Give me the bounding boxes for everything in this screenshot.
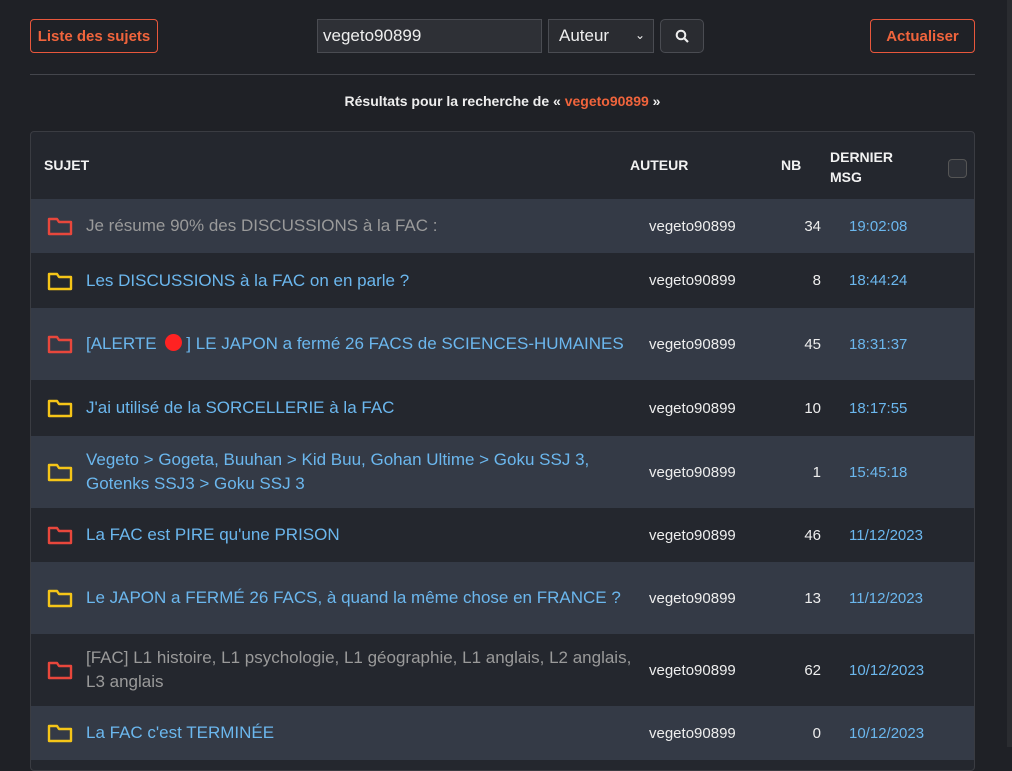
results-prefix: Résultats pour la recherche de «	[344, 93, 565, 109]
table-row: La FAC c'est TERMINÉE vegeto90899 0 10/1…	[31, 706, 974, 760]
folder-icon	[47, 335, 73, 354]
table-row: [FAC] L1 histoire, L1 psychologie, L1 gé…	[31, 634, 974, 706]
title-suffix: ] LE JAPON a fermé 26 FACS de SCIENCES-H…	[186, 334, 624, 353]
select-value: Auteur	[559, 26, 610, 45]
message-count: 0	[812, 724, 821, 742]
results-heading: Résultats pour la recherche de « vegeto9…	[0, 93, 1005, 109]
last-message-link[interactable]: 10/12/2023	[849, 662, 924, 679]
message-count: 34	[804, 217, 821, 235]
folder-icon	[47, 526, 73, 545]
author-link[interactable]: vegeto90899	[649, 336, 736, 353]
folder-icon	[47, 661, 73, 680]
last-message-link[interactable]: 18:31:37	[849, 336, 907, 353]
topic-link[interactable]: Je résume 90% des DISCUSSIONS à la FAC :	[86, 214, 646, 238]
topic-link[interactable]: Les DISCUSSIONS à la FAC on en parle ?	[86, 269, 646, 293]
table-row: Les DISCUSSIONS à la FAC on en parle ? v…	[31, 253, 974, 308]
topic-link[interactable]: J'ai utilisé de la SORCELLERIE à la FAC	[86, 396, 646, 420]
message-count: 8	[812, 272, 821, 289]
header-last-msg: DERNIER MSG	[830, 147, 893, 187]
author-link[interactable]: vegeto90899	[649, 725, 736, 742]
last-message-link[interactable]: 18:17:55	[849, 400, 907, 417]
toolbar: Liste des sujets Auteur ⌄ Actualiser	[30, 19, 975, 54]
chevron-down-icon: ⌄	[634, 28, 645, 42]
title-text: La FAC est PIRE qu'une PRISON	[86, 525, 340, 544]
scrollbar[interactable]	[1007, 0, 1012, 747]
last-message-link[interactable]: 15:45:18	[849, 464, 907, 481]
message-count: 46	[804, 526, 821, 544]
last-message-link[interactable]: 19:02:08	[849, 218, 907, 235]
author-link[interactable]: vegeto90899	[649, 464, 736, 481]
title-text: [FAC] L1 histoire, L1 psychologie, L1 gé…	[86, 648, 632, 691]
folder-icon	[47, 463, 73, 482]
title-text: Le JAPON a FERMÉ 26 FACS, à quand la mêm…	[86, 588, 621, 607]
message-count: 62	[804, 661, 821, 679]
topics-table: SUJET AUTEUR NB DERNIER MSG Je résume 90%…	[30, 131, 975, 771]
table-header: SUJET AUTEUR NB DERNIER MSG	[31, 132, 974, 199]
table-row: Le JAPON a FERMÉ 26 FACS, à quand la mêm…	[31, 562, 974, 634]
title-text: J'ai utilisé de la SORCELLERIE à la FAC	[86, 398, 395, 417]
results-suffix: »	[648, 93, 661, 109]
author-link[interactable]: vegeto90899	[649, 527, 736, 544]
topic-link[interactable]: [FAC] L1 histoire, L1 psychologie, L1 gé…	[86, 646, 646, 694]
table-row: [ALERTE ] LE JAPON a fermé 26 FACS de SC…	[31, 308, 974, 380]
last-message-link[interactable]: 11/12/2023	[849, 590, 923, 607]
last-message-link[interactable]: 10/12/2023	[849, 725, 924, 742]
folder-icon	[47, 272, 73, 290]
title-text: Les DISCUSSIONS à la FAC on en parle ?	[86, 270, 410, 290]
topic-link[interactable]: Vegeto > Gogeta, Buuhan > Kid Buu, Gohan…	[86, 448, 646, 496]
header-last-line1: DERNIER	[830, 149, 894, 165]
divider	[30, 74, 975, 75]
title-text: Je résume 90% des DISCUSSIONS à la FAC :	[86, 216, 438, 235]
header-nb: NB	[781, 157, 802, 173]
author-link[interactable]: vegeto90899	[649, 218, 736, 235]
folder-icon	[47, 589, 73, 608]
folder-icon	[47, 399, 73, 418]
search-input[interactable]	[317, 19, 542, 53]
message-count: 1	[812, 463, 821, 481]
author-link[interactable]: vegeto90899	[649, 272, 736, 289]
title-text: Vegeto > Gogeta, Buuhan > Kid Buu, Gohan…	[86, 450, 590, 493]
topic-link[interactable]: La FAC est PIRE qu'une PRISON	[86, 523, 646, 547]
folder-icon	[47, 217, 73, 236]
title-prefix: [ALERTE	[86, 334, 157, 353]
folder-icon	[47, 724, 73, 743]
topic-link[interactable]: [ALERTE ] LE JAPON a fermé 26 FACS de SC…	[86, 332, 646, 356]
table-row: J'ai utilisé de la SORCELLERIE à la FAC …	[31, 380, 974, 436]
author-link[interactable]: vegeto90899	[649, 400, 736, 417]
red-circle-emoji	[165, 334, 183, 351]
topic-list-button[interactable]: Liste des sujets	[30, 19, 158, 53]
search-button[interactable]	[660, 19, 704, 53]
refresh-button[interactable]: Actualiser	[870, 19, 975, 53]
table-row: Vegeto > Gogeta, Buuhan > Kid Buu, Gohan…	[31, 436, 974, 508]
search-type-select[interactable]: Auteur ⌄	[548, 19, 654, 53]
last-message-link[interactable]: 11/12/2023	[849, 527, 923, 544]
results-query[interactable]: vegeto90899	[565, 93, 649, 109]
title-text: La FAC c'est TERMINÉE	[86, 723, 275, 742]
header-last-line2: MSG	[830, 169, 862, 185]
topic-link[interactable]: Le JAPON a FERMÉ 26 FACS, à quand la mêm…	[86, 586, 646, 610]
last-message-link[interactable]: 18:44:24	[849, 272, 907, 289]
message-count: 10	[804, 399, 821, 417]
search-icon	[675, 29, 689, 43]
author-link[interactable]: vegeto90899	[649, 590, 736, 607]
table-row: Je résume 90% des DISCUSSIONS à la FAC :…	[31, 199, 974, 253]
message-count: 45	[804, 335, 821, 353]
table-row: La FAC est PIRE qu'une PRISON vegeto9089…	[31, 508, 974, 562]
message-count: 13	[804, 589, 821, 607]
header-author: AUTEUR	[630, 157, 689, 173]
select-all-checkbox[interactable]	[948, 159, 967, 178]
header-subject: SUJET	[44, 157, 90, 173]
topic-link[interactable]: La FAC c'est TERMINÉE	[86, 721, 646, 745]
author-link[interactable]: vegeto90899	[649, 662, 736, 679]
